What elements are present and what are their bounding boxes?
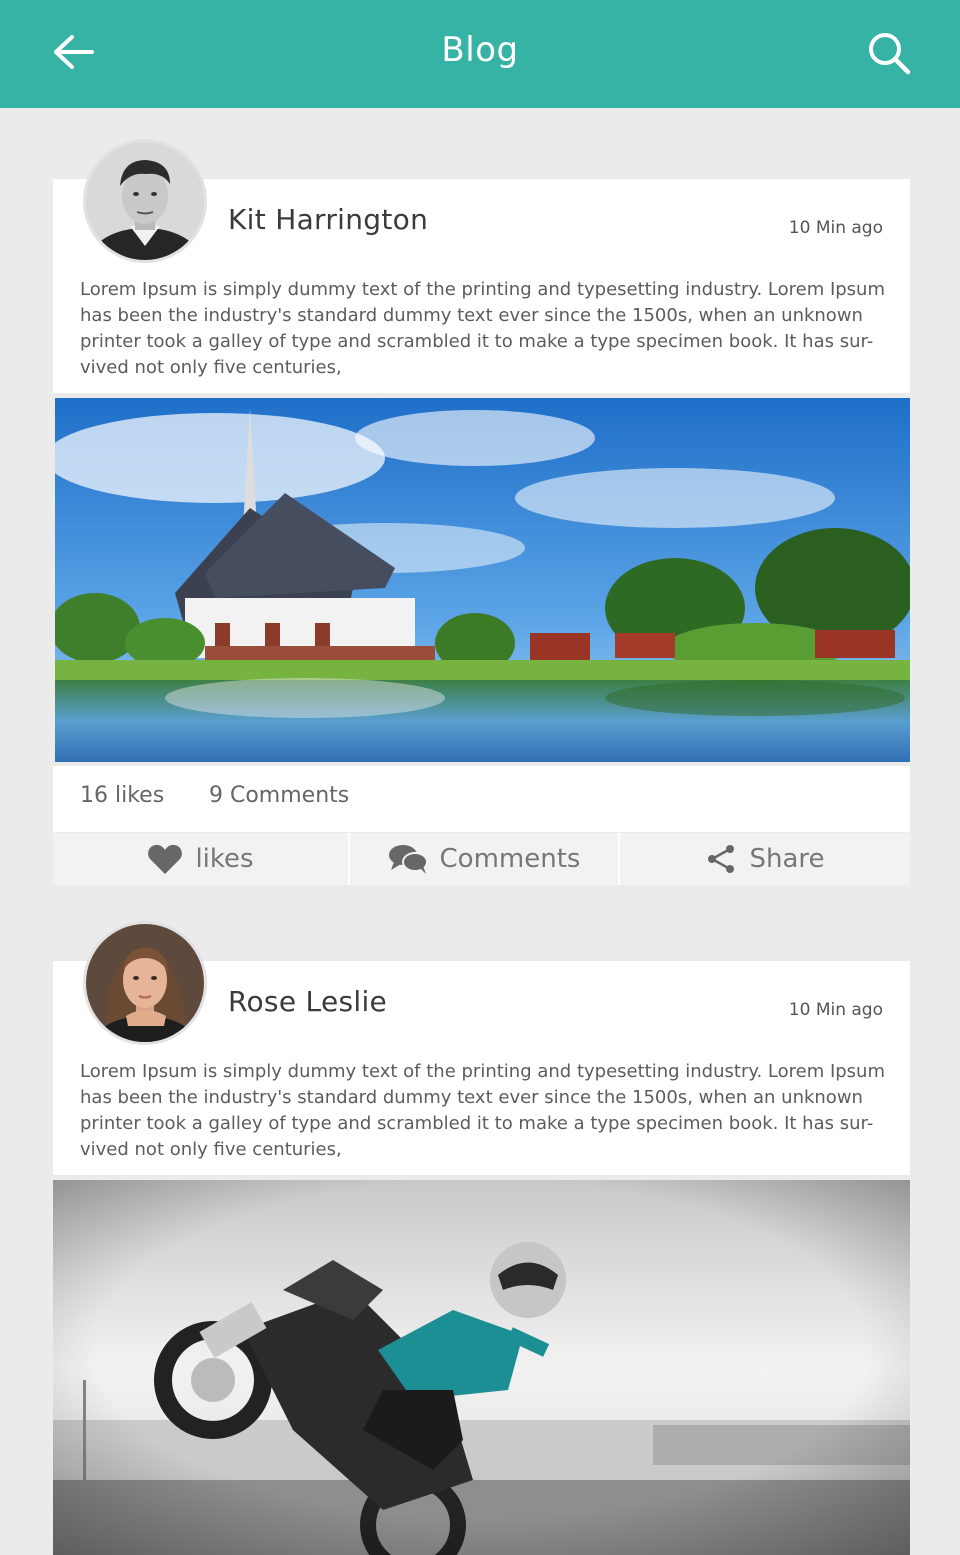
post-time: 10 Min ago	[788, 218, 883, 238]
avatar[interactable]	[83, 921, 207, 1045]
like-label: likes	[195, 844, 254, 874]
post-image-motorbike[interactable]	[53, 1180, 910, 1555]
post-image-temple[interactable]	[55, 398, 910, 762]
share-label: Share	[749, 844, 825, 874]
comment-button[interactable]: Comments	[350, 833, 618, 885]
author-name[interactable]: Rose Leslie	[228, 985, 387, 1018]
avatar[interactable]	[83, 139, 207, 263]
share-icon	[708, 845, 735, 873]
heart-icon	[148, 844, 183, 874]
post-text: Lorem Ipsum is simply dummy text of the …	[80, 279, 885, 378]
post-actions: likes Comments Share	[53, 833, 910, 885]
search-button[interactable]	[866, 30, 914, 76]
post-stats: 16 likes 9 Comments	[53, 766, 910, 832]
comment-label: Comments	[439, 844, 581, 874]
comments-count[interactable]: 9 Comments	[209, 783, 349, 808]
post-card: Rose Leslie 10 Min ago Lorem Ipsum is si…	[53, 921, 910, 1175]
post-text: Lorem Ipsum is simply dummy text of the …	[80, 1061, 885, 1160]
author-name[interactable]: Kit Harrington	[228, 203, 428, 236]
app-bar: Blog	[0, 0, 960, 108]
post-card: Kit Harrington 10 Min ago Lorem Ipsum is…	[53, 139, 910, 393]
likes-count[interactable]: 16 likes	[80, 783, 164, 808]
comments-icon	[388, 845, 428, 874]
like-button[interactable]: likes	[53, 833, 348, 885]
search-icon	[869, 33, 911, 75]
share-button[interactable]: Share	[620, 833, 910, 885]
page-title: Blog	[441, 30, 519, 70]
post-time: 10 Min ago	[788, 1000, 883, 1020]
